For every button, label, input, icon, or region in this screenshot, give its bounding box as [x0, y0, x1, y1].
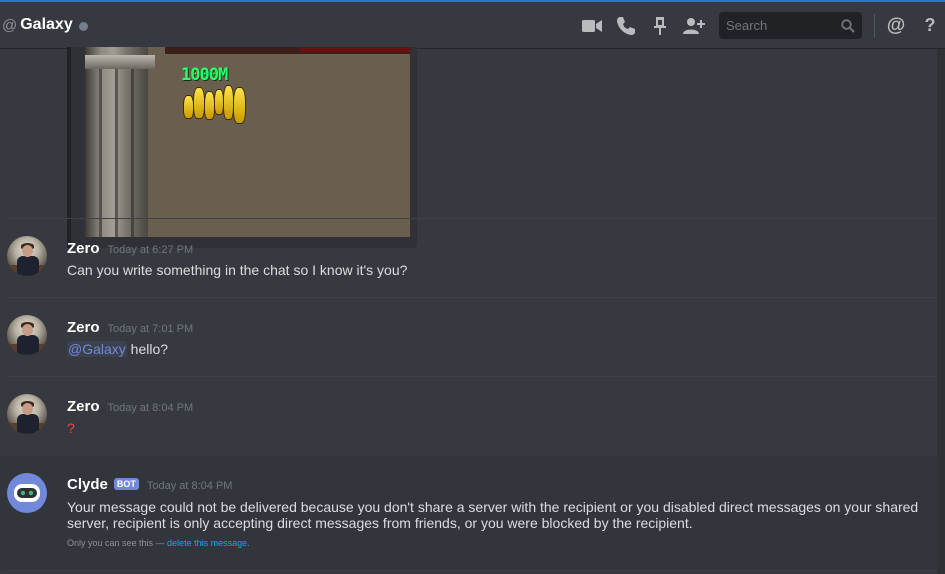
message-timestamp: Today at 8:04 PM	[107, 402, 194, 414]
pillar-groove	[131, 67, 134, 237]
avatar[interactable]	[7, 473, 47, 513]
message-content: @Galaxy hello?	[67, 341, 168, 357]
message-author[interactable]: Zero Today at 6:27 PM	[67, 240, 193, 257]
pillar-groove	[99, 67, 102, 237]
delete-message-link[interactable]: delete this message.	[167, 538, 250, 548]
video-call-icon[interactable]	[581, 15, 603, 37]
coin-stack	[233, 87, 246, 124]
avatar[interactable]	[7, 394, 47, 434]
bot-badge: BOT	[113, 478, 139, 490]
avatar[interactable]	[7, 236, 47, 276]
message-list[interactable]: 1000M Zero Today at 6:27 PM Can you write…	[0, 47, 945, 574]
message-content: Your message could not be delivered beca…	[67, 499, 919, 531]
avatar-suit	[17, 414, 39, 434]
status-indicator	[78, 21, 88, 31]
dm-recipient-name[interactable]: Galaxy	[20, 16, 72, 34]
toolbar-divider	[874, 13, 875, 38]
image-strip-red	[300, 47, 410, 52]
clyde-bot-icon	[14, 484, 40, 502]
help-icon[interactable]: ?	[919, 15, 941, 37]
add-friend-icon[interactable]	[683, 15, 705, 37]
voice-call-icon[interactable]	[615, 15, 637, 37]
message-content: ?	[67, 420, 75, 436]
message-author[interactable]: Zero Today at 7:01 PM	[67, 319, 193, 336]
message-timestamp: Today at 6:27 PM	[107, 244, 194, 256]
message-divider	[8, 376, 936, 377]
author-name[interactable]: Zero	[67, 319, 100, 336]
scrollbar-track[interactable]	[937, 49, 945, 574]
pin-icon[interactable]	[649, 15, 671, 37]
message-timestamp: Today at 7:01 PM	[107, 323, 194, 335]
avatar-suit	[17, 335, 39, 355]
search-input[interactable]: Search	[719, 12, 862, 39]
avatar-face	[22, 245, 33, 257]
dm-at-icon: @	[2, 16, 18, 34]
coin-amount-text: 1000M	[181, 65, 228, 85]
message-divider	[8, 218, 936, 219]
message-content: Can you write something in the chat so I…	[67, 262, 408, 278]
pillar-cap	[85, 55, 155, 69]
message-divider	[8, 297, 936, 298]
pillar-graphic	[85, 47, 148, 237]
message-timestamp: Today at 8:04 PM	[146, 480, 233, 492]
mentions-glyph: @	[886, 14, 906, 36]
user-mention[interactable]: @Galaxy	[67, 341, 127, 357]
message-text: hello?	[126, 341, 169, 357]
search-placeholder: Search	[726, 18, 768, 33]
message-divider	[8, 570, 936, 571]
mentions-icon[interactable]: @	[885, 15, 907, 37]
avatar[interactable]	[7, 315, 47, 355]
author-name[interactable]: Clyde	[67, 476, 108, 493]
message-author[interactable]: Zero Today at 8:04 PM	[67, 398, 193, 415]
header-toolbar: Search @ ?	[575, 2, 945, 49]
author-name[interactable]: Zero	[67, 240, 100, 257]
coins-image[interactable]: 1000M	[85, 47, 410, 237]
ephemeral-note-text: Only you can see this —	[67, 538, 168, 548]
avatar-face	[22, 403, 33, 415]
ephemeral-note: Only you can see this — delete this mess…	[67, 538, 250, 548]
avatar-face	[22, 324, 33, 336]
pillar-groove	[115, 67, 118, 237]
message-author[interactable]: Clyde BOT Today at 8:04 PM	[67, 476, 232, 493]
search-icon	[841, 18, 855, 33]
avatar-suit	[17, 256, 39, 276]
channel-header: @ Galaxy Search @ ?	[0, 0, 945, 49]
author-name[interactable]: Zero	[67, 398, 100, 415]
help-glyph: ?	[924, 15, 936, 35]
